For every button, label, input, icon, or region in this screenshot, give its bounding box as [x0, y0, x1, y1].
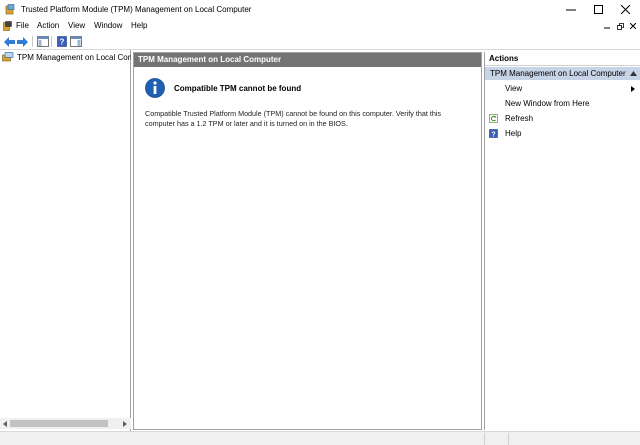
action-help[interactable]: ? Help	[485, 127, 640, 141]
minimize-icon	[604, 27, 610, 29]
status-segment	[508, 433, 640, 445]
scroll-left-arrow-icon[interactable]	[1, 420, 9, 428]
results-pane: TPM Management on Local Computer Compati…	[133, 52, 482, 430]
show-hide-action-pane-button[interactable]	[69, 35, 82, 48]
action-label: New Window from Here	[505, 99, 590, 108]
child-restore-button[interactable]	[614, 20, 626, 32]
message-body: Compatible Trusted Platform Module (TPM)…	[145, 109, 442, 128]
status-segment	[484, 433, 508, 445]
svg-text:?: ?	[491, 131, 495, 138]
maximize-icon	[593, 5, 603, 14]
close-button[interactable]	[611, 0, 639, 19]
restore-icon	[616, 22, 624, 30]
close-icon	[620, 5, 630, 14]
actions-pane: Actions TPM Management on Local Computer…	[484, 52, 640, 430]
help-icon: ?	[56, 36, 67, 47]
scrollbar-thumb[interactable]	[10, 420, 108, 427]
toolbar: ?	[0, 33, 640, 50]
toolbar-separator	[32, 36, 33, 47]
menu-action[interactable]: Action	[37, 21, 59, 30]
show-hide-console-tree-button[interactable]	[36, 35, 49, 48]
mmc-document-icon[interactable]	[3, 21, 12, 31]
collapse-chevron-icon[interactable]	[630, 71, 637, 76]
title-bar: Trusted Platform Module (TPM) Management…	[0, 0, 640, 19]
action-refresh[interactable]: Refresh	[485, 112, 640, 126]
child-close-button[interactable]	[627, 20, 639, 32]
status-bar	[0, 431, 640, 445]
menu-bar: File Action View Window Help	[0, 19, 640, 33]
info-icon	[145, 78, 165, 98]
forward-arrow-icon	[17, 36, 28, 47]
menu-view[interactable]: View	[68, 21, 85, 30]
console-tree: TPM Management on Local Comp	[0, 50, 131, 431]
action-new-window[interactable]: New Window from Here	[485, 97, 640, 111]
minimize-button[interactable]	[557, 0, 585, 19]
action-label: Help	[505, 129, 522, 138]
refresh-icon	[489, 114, 498, 123]
results-pane-header: TPM Management on Local Computer	[134, 53, 481, 67]
maximize-button[interactable]	[584, 0, 612, 19]
show-hide-action-pane-icon	[69, 36, 82, 47]
tpm-app-icon	[5, 4, 15, 15]
menu-window[interactable]: Window	[94, 21, 122, 30]
tree-item-label: TPM Management on Local Comp	[17, 53, 131, 62]
actions-section-header[interactable]: TPM Management on Local Computer	[485, 67, 640, 80]
back-arrow-icon	[4, 36, 15, 47]
message-title: Compatible TPM cannot be found	[174, 84, 302, 93]
submenu-arrow-icon	[631, 86, 635, 92]
svg-text:?: ?	[59, 38, 64, 47]
menu-file[interactable]: File	[16, 21, 29, 30]
window-title: Trusted Platform Module (TPM) Management…	[21, 5, 252, 14]
action-label: Refresh	[505, 114, 534, 123]
close-icon	[630, 23, 636, 29]
minimize-icon	[566, 9, 576, 10]
back-button[interactable]	[3, 35, 16, 48]
action-label: View	[505, 84, 523, 93]
forward-button[interactable]	[16, 35, 29, 48]
show-hide-console-tree-icon	[36, 36, 49, 47]
action-view[interactable]: View	[485, 82, 640, 96]
actions-section-label: TPM Management on Local Computer	[490, 69, 626, 78]
child-minimize-button[interactable]	[601, 20, 613, 32]
scroll-right-arrow-icon[interactable]	[121, 420, 129, 428]
help-button[interactable]: ?	[55, 35, 68, 48]
tpm-computer-icon	[2, 52, 14, 62]
actions-header: Actions	[485, 52, 640, 66]
tree-item-tpm-management[interactable]: TPM Management on Local Comp	[2, 52, 131, 63]
help-icon: ?	[489, 129, 498, 138]
toolbar-separator	[51, 36, 52, 47]
menu-help[interactable]: Help	[131, 21, 147, 30]
horizontal-scrollbar[interactable]	[0, 418, 131, 429]
